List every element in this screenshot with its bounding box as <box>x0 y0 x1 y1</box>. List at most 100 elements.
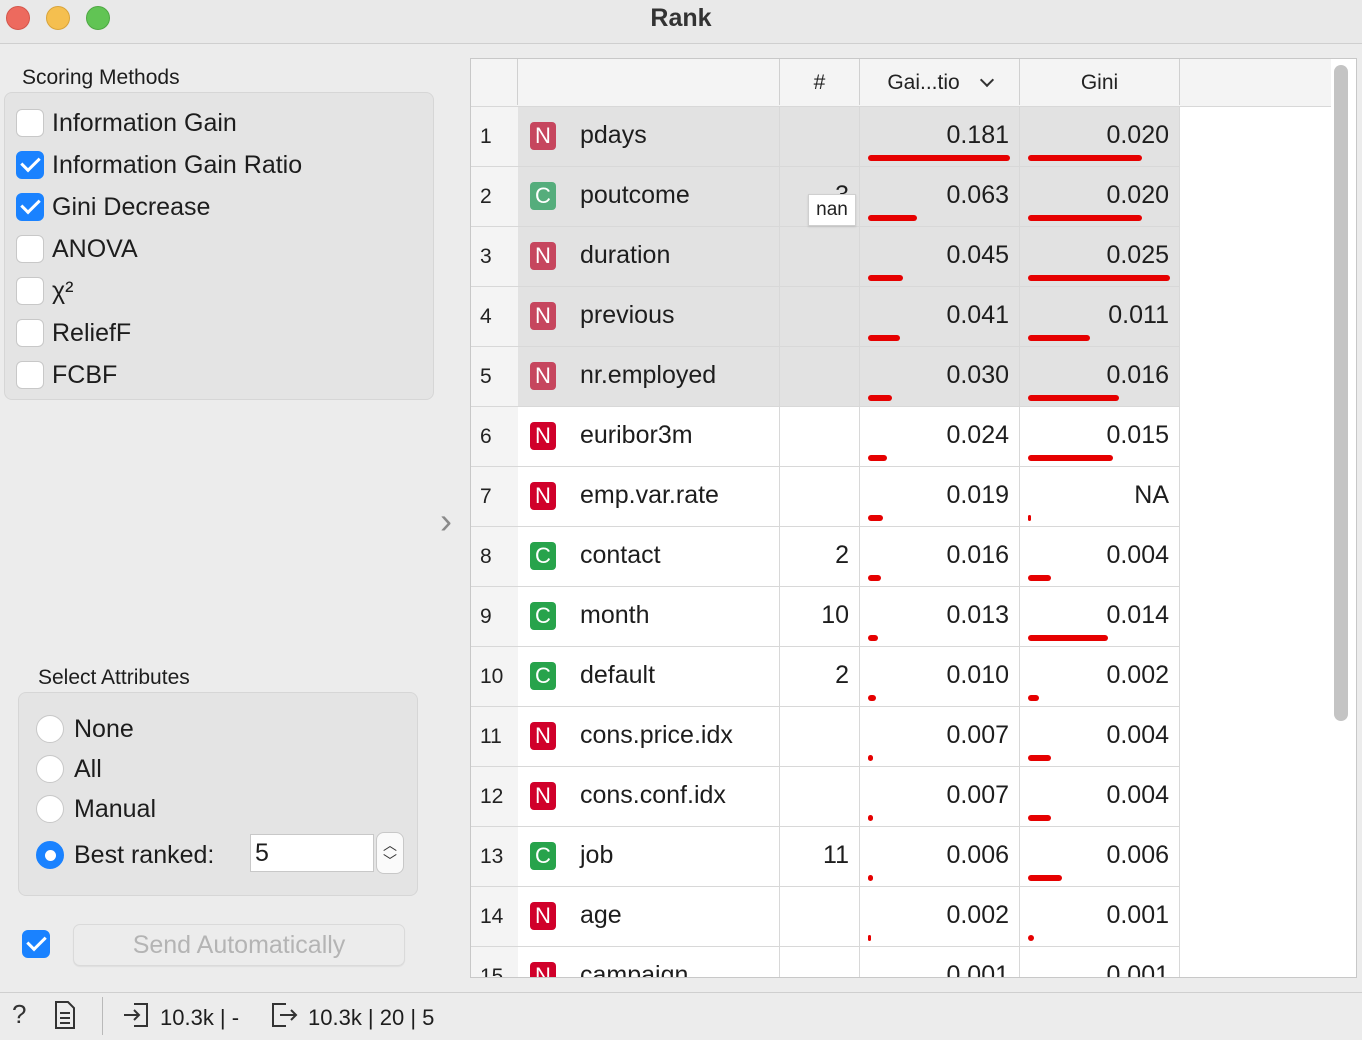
table-row[interactable]: 2Cpoutcome30.0630.020 <box>471 167 1331 227</box>
attribute-cell[interactable]: Cjob <box>518 827 780 887</box>
gain-ratio-bar <box>868 275 904 281</box>
scoring-method-label: FCBF <box>52 360 118 389</box>
attribute-cell[interactable]: Npdays <box>518 107 780 167</box>
send-automatically-button[interactable]: Send Automatically <box>73 924 405 966</box>
table-row[interactable]: 7 Nemp.var.rate 0.019 NA <box>471 467 1331 527</box>
gini-value: 0.011 <box>1108 301 1169 329</box>
header-count[interactable]: # <box>780 59 860 105</box>
gini-cell: 0.006 <box>1020 827 1180 887</box>
attribute-cell[interactable]: Ccontact <box>518 527 780 587</box>
radio-button[interactable] <box>36 755 64 783</box>
gain-ratio-value: 0.010 <box>946 661 1009 689</box>
count-cell <box>780 227 860 287</box>
help-icon[interactable]: ? <box>12 999 26 1030</box>
checkbox-box[interactable] <box>16 277 44 305</box>
scoring-method-4[interactable]: χ² <box>16 274 73 308</box>
attribute-cell[interactable]: Neuribor3m <box>518 407 780 467</box>
table-row[interactable]: 5 Nnr.employed 0.030 0.016 <box>471 347 1331 407</box>
scoring-method-2[interactable]: Gini Decrease <box>16 190 210 224</box>
select-option-2[interactable]: Manual <box>36 792 156 826</box>
report-document-icon[interactable] <box>54 1001 76 1036</box>
scoring-method-0[interactable]: Information Gain <box>16 106 237 140</box>
attribute-cell[interactable]: Nage <box>518 887 780 947</box>
radio-button[interactable] <box>36 715 64 743</box>
gini-bar <box>1028 575 1051 581</box>
select-option-1[interactable]: All <box>36 752 102 786</box>
checkbox-box[interactable] <box>16 193 44 221</box>
scoring-method-5[interactable]: ReliefF <box>16 316 131 350</box>
header-attribute[interactable] <box>518 59 780 105</box>
gain-ratio-bar <box>868 575 881 581</box>
stepper-down-icon[interactable]: ﹀ <box>383 853 397 869</box>
attribute-cell[interactable]: Cmonth <box>518 587 780 647</box>
table-row[interactable]: 10 Cdefault 2 0.010 0.002 <box>471 647 1331 707</box>
attribute-cell[interactable]: Nduration <box>518 227 780 287</box>
count-cell: 2 <box>780 647 860 707</box>
gain-ratio-cell: 0.016 <box>860 527 1020 587</box>
collapse-panel-chevron-icon[interactable]: › <box>440 500 452 542</box>
attribute-name: job <box>580 841 614 869</box>
attribute-cell[interactable]: Cpoutcome <box>518 167 780 227</box>
select-option-label: None <box>74 714 134 743</box>
attribute-cell[interactable]: Nnr.employed <box>518 347 780 407</box>
table-row[interactable]: 1 Npdays 0.181 0.020 <box>471 107 1331 167</box>
row-number: 1 <box>471 107 518 167</box>
vertical-scrollbar[interactable] <box>1334 65 1348 721</box>
checkbox-box[interactable] <box>16 319 44 347</box>
count-cell <box>780 407 860 467</box>
gain-ratio-value: 0.045 <box>946 241 1009 269</box>
row-number: 12 <box>471 767 518 827</box>
attribute-name: nr.employed <box>580 361 717 389</box>
select-option-3[interactable]: Best ranked: <box>36 838 214 872</box>
scoring-method-3[interactable]: ANOVA <box>16 232 138 266</box>
table-row[interactable]: 13 Cjob 11 0.006 0.006 <box>471 827 1331 887</box>
attribute-cell[interactable]: Nprevious <box>518 287 780 347</box>
best-ranked-input[interactable]: 5 <box>250 834 374 872</box>
table-row[interactable]: 14 Nage 0.002 0.001 <box>471 887 1331 947</box>
table-row[interactable]: 11 Ncons.price.idx 0.007 0.004 <box>471 707 1331 767</box>
checkbox-box[interactable] <box>16 109 44 137</box>
attribute-cell[interactable]: Nemp.var.rate <box>518 467 780 527</box>
best-ranked-stepper[interactable]: ︿ ﹀ <box>376 832 404 874</box>
gain-ratio-cell: 0.013 <box>860 587 1020 647</box>
gini-value: 0.016 <box>1106 361 1169 389</box>
attribute-name: month <box>580 601 650 629</box>
ranking-table[interactable]: # Gai...tio Gini 1 Npdays 0.181 0.020 2 Cpout… <box>470 58 1357 978</box>
radio-button[interactable] <box>36 841 64 869</box>
numeric-variable-icon: N <box>530 782 556 810</box>
gini-cell: 0.025 <box>1020 227 1180 287</box>
gini-cell: 0.020 <box>1020 167 1180 227</box>
stepper-up-icon[interactable]: ︿ <box>383 837 397 853</box>
checkbox-box[interactable] <box>16 361 44 389</box>
scoring-method-1[interactable]: Information Gain Ratio <box>16 148 302 182</box>
select-option-label: Best ranked: <box>74 840 215 869</box>
count-cell <box>780 887 860 947</box>
checkbox-box[interactable] <box>22 930 50 958</box>
select-option-0[interactable]: None <box>36 712 134 746</box>
radio-button[interactable] <box>36 795 64 823</box>
attribute-name: previous <box>580 301 675 329</box>
table-row[interactable]: 15 Ncampaign 0.001 0.001 <box>471 947 1331 977</box>
attribute-cell[interactable]: Ncons.price.idx <box>518 707 780 767</box>
gain-ratio-value: 0.007 <box>946 721 1009 749</box>
table-row[interactable]: 3 Nduration 0.045 0.025 <box>471 227 1331 287</box>
table-row[interactable]: 8 Ccontact 2 0.016 0.004 <box>471 527 1331 587</box>
table-row[interactable]: 6 Neuribor3m 0.024 0.015 <box>471 407 1331 467</box>
table-row[interactable]: 9 Cmonth 10 0.013 0.014 <box>471 587 1331 647</box>
scoring-method-label: Information Gain Ratio <box>52 150 303 179</box>
attribute-cell[interactable]: Ncampaign <box>518 947 780 977</box>
attribute-cell[interactable]: Ncons.conf.idx <box>518 767 780 827</box>
header-gain-ratio[interactable]: Gai...tio <box>860 59 1020 105</box>
gini-value: 0.015 <box>1106 421 1169 449</box>
scoring-method-6[interactable]: FCBF <box>16 358 117 392</box>
table-row[interactable]: 12 Ncons.conf.idx 0.007 0.004 <box>471 767 1331 827</box>
checkbox-box[interactable] <box>16 235 44 263</box>
gain-ratio-cell: 0.045 <box>860 227 1020 287</box>
attribute-cell[interactable]: Cdefault <box>518 647 780 707</box>
checkbox-box[interactable] <box>16 151 44 179</box>
gain-ratio-cell: 0.019 <box>860 467 1020 527</box>
send-automatically-checkbox[interactable] <box>22 930 58 958</box>
gini-value: 0.006 <box>1106 841 1169 869</box>
table-row[interactable]: 4 Nprevious 0.041 0.011 <box>471 287 1331 347</box>
header-gini[interactable]: Gini <box>1020 59 1180 105</box>
